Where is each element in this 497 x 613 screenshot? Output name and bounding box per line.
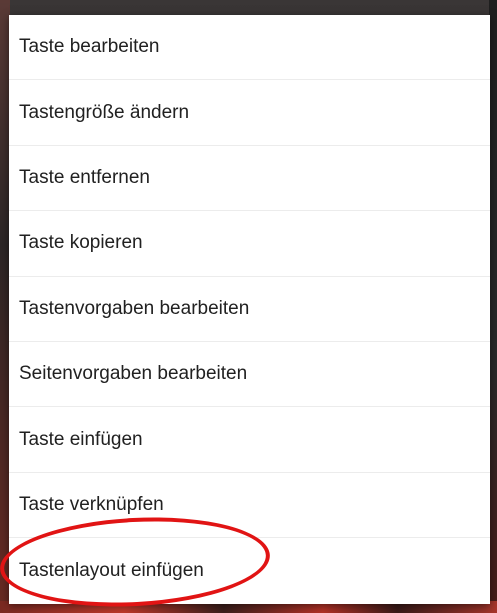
menu-item-label: Taste einfügen	[19, 428, 143, 450]
menu-item-label: Taste entfernen	[19, 166, 150, 188]
menu-item-edit-page-defaults[interactable]: Seitenvorgaben bearbeiten	[9, 342, 490, 408]
menu-item-label: Seitenvorgaben bearbeiten	[19, 363, 248, 385]
menu-item-label: Taste kopieren	[19, 232, 143, 254]
menu-item-link-key[interactable]: Taste verknüpfen	[9, 473, 490, 539]
menu-item-paste-key-layout[interactable]: Tastenlayout einfügen	[9, 538, 490, 603]
menu-item-label: Tastenvorgaben bearbeiten	[19, 297, 250, 319]
menu-item-label: Taste bearbeiten	[19, 36, 160, 58]
menu-item-label: Taste verknüpfen	[19, 493, 164, 515]
menu-item-edit-key-defaults[interactable]: Tastenvorgaben bearbeiten	[9, 277, 490, 342]
menu-item-label: Tastengröße ändern	[19, 101, 190, 123]
menu-item-label: Tastenlayout einfügen	[19, 559, 204, 581]
background-edge-right	[489, 0, 497, 613]
menu-item-edit-key[interactable]: Taste bearbeiten	[9, 15, 490, 81]
context-menu: Taste bearbeiten Tastengröße ändern Tast…	[9, 15, 490, 604]
menu-item-resize-key[interactable]: Tastengröße ändern	[9, 80, 490, 146]
menu-item-remove-key[interactable]: Taste entfernen	[9, 146, 490, 212]
menu-item-paste-key[interactable]: Taste einfügen	[9, 407, 490, 473]
menu-item-copy-key[interactable]: Taste kopieren	[9, 211, 490, 277]
